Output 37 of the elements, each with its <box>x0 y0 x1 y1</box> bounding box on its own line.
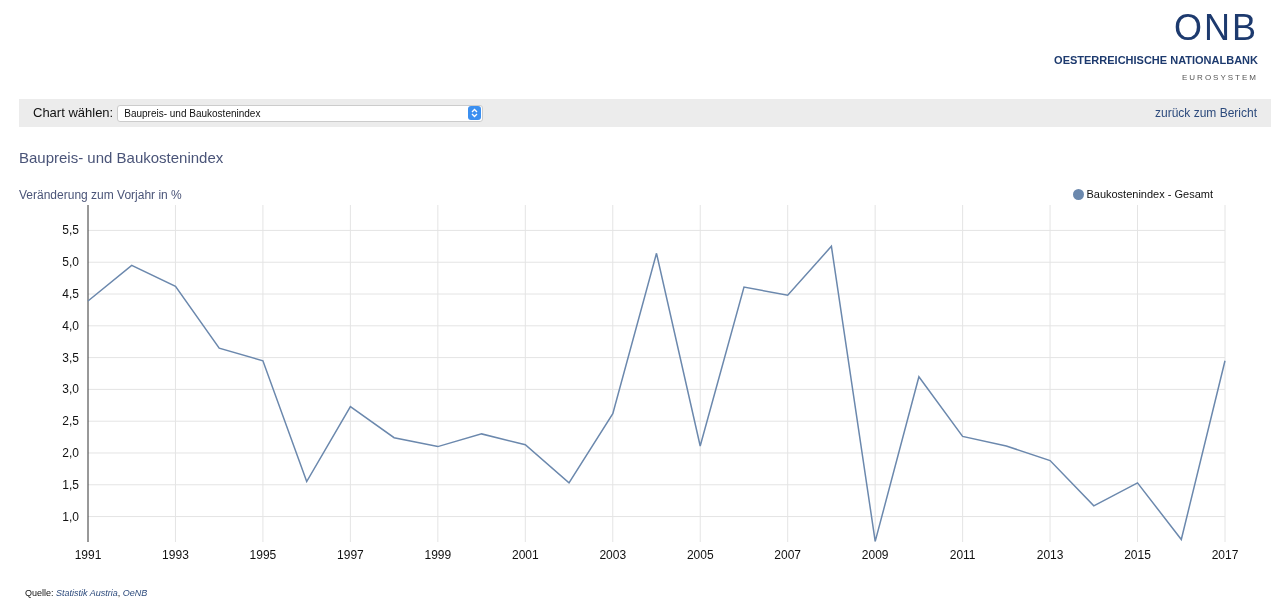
x-tick-label: 1999 <box>424 548 452 562</box>
x-tick-label: 2015 <box>1124 548 1151 562</box>
source-note: Quelle: Statistik Austria, OeNB <box>25 587 148 600</box>
x-tick-label: 2005 <box>686 548 714 562</box>
x-tick-label: 2001 <box>511 548 539 562</box>
legend-label[interactable]: Baukostenindex - Gesamt <box>1086 186 1213 203</box>
page-title: Baupreis- und Baukostenindex <box>19 148 225 168</box>
y-tick-label: 2,5 <box>62 414 79 429</box>
back-to-report-link[interactable]: zurück zum Bericht <box>1154 104 1257 122</box>
x-tick-label: 1995 <box>249 548 277 562</box>
logo-text: OESTERREICHISCHE NATIONALBANK <box>1054 53 1258 68</box>
chart-subtitle: Veränderung zum Vorjahr in % <box>19 186 182 204</box>
x-tick-label: 2017 <box>1211 548 1239 562</box>
x-tick-label: 2007 <box>774 548 802 562</box>
x-tick-label: 2009 <box>861 548 889 562</box>
x-tick-label: 1993 <box>162 548 189 562</box>
source-link[interactable]: Statistik Austria <box>56 588 118 598</box>
y-tick-label: 5,0 <box>62 255 79 270</box>
x-tick-label: 2003 <box>599 548 627 562</box>
stepper-icon <box>468 106 482 120</box>
y-tick-label: 4,0 <box>62 318 79 333</box>
x-tick-label: 1991 <box>74 548 102 562</box>
chart-select[interactable]: Baupreis- und Baukostenindex <box>117 104 484 122</box>
y-tick-label: 3,5 <box>62 350 79 365</box>
y-tick-label: 5,5 <box>62 223 79 238</box>
y-tick-label: 1,0 <box>62 509 79 524</box>
y-tick-label: 4,5 <box>62 287 79 301</box>
logo-mark: ONB <box>1174 10 1258 46</box>
x-tick-label: 1997 <box>337 548 364 562</box>
y-tick-label: 1,5 <box>62 477 79 492</box>
x-tick-label: 2011 <box>949 548 976 562</box>
logo-subtitle: EUROSYSTEM <box>1182 71 1258 84</box>
y-tick-label: 3,0 <box>62 382 79 397</box>
y-tick-label: 2,0 <box>62 446 79 460</box>
chart-select-label: Chart wählen: <box>33 104 114 123</box>
x-tick-label: 2013 <box>1036 548 1064 562</box>
source-link[interactable]: OeNB <box>122 588 148 598</box>
